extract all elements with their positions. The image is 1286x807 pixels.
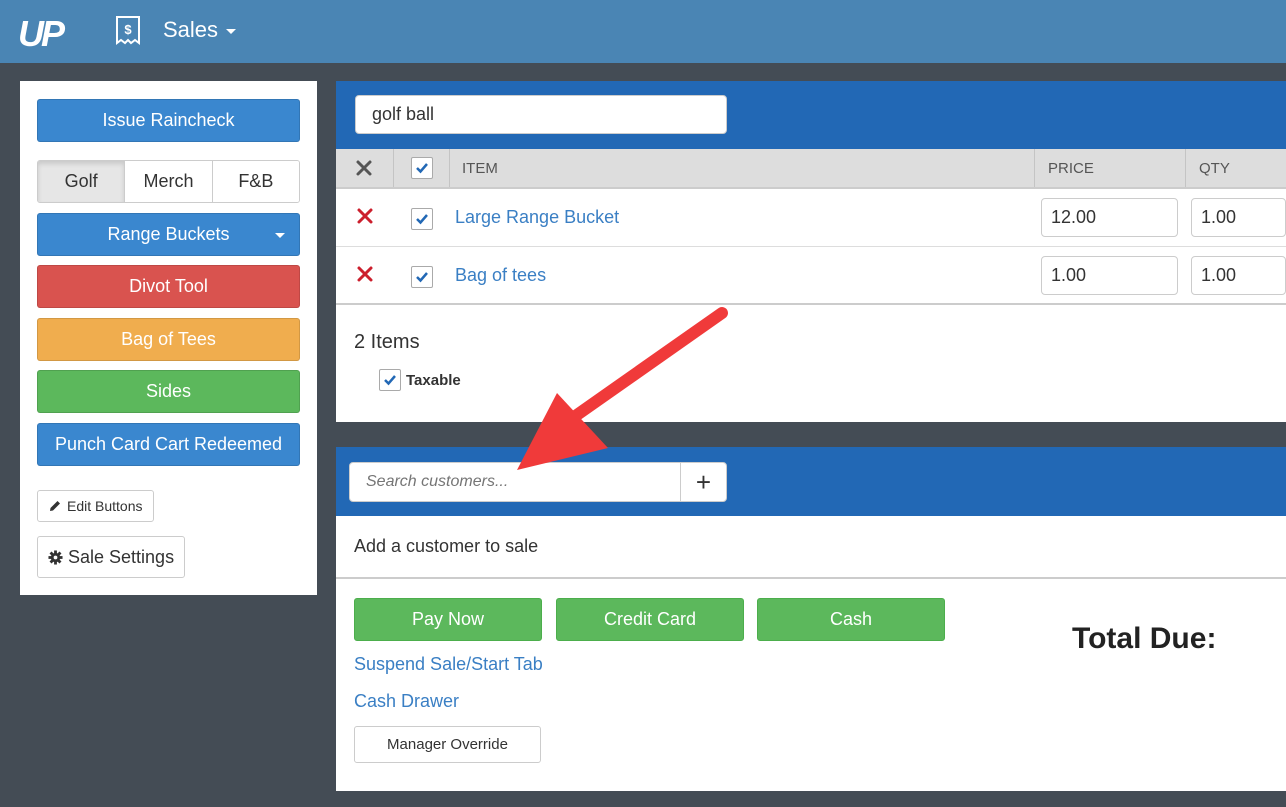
qty-input[interactable]: 1.00 [1191, 198, 1286, 237]
price-input[interactable]: 12.00 [1041, 198, 1178, 237]
item-name-link[interactable]: Large Range Bucket [455, 207, 619, 228]
tab-golf[interactable]: Golf [38, 161, 126, 202]
taxable-checkbox[interactable] [379, 369, 401, 391]
remove-item-icon[interactable] [356, 263, 374, 289]
cart-panel: ITEM PRICE QTY Large Range Bucket 12.00 … [336, 81, 1286, 422]
sales-menu-dropdown[interactable]: Sales [163, 17, 237, 43]
column-item: ITEM [449, 149, 1034, 187]
cash-drawer-link[interactable]: Cash Drawer [354, 691, 459, 712]
range-buckets-label: Range Buckets [107, 224, 230, 244]
item-name-link[interactable]: Bag of tees [455, 265, 546, 286]
sale-settings-label: Sale Settings [68, 546, 175, 567]
items-count: 2 Items [354, 331, 420, 353]
checkmark-icon [416, 272, 428, 283]
table-row: Bag of tees 1.00 1.00 [336, 247, 1286, 305]
tab-merch[interactable]: Merch [125, 161, 213, 202]
issue-raincheck-button[interactable]: Issue Raincheck [37, 99, 300, 142]
edit-buttons-button[interactable]: Edit Buttons [37, 490, 154, 522]
top-navbar: UP $ Sales [0, 0, 1286, 63]
item-search-input[interactable] [355, 95, 727, 134]
pencil-icon [50, 501, 60, 511]
price-input[interactable]: 1.00 [1041, 256, 1178, 295]
svg-text:UP: UP [18, 13, 66, 52]
tab-fnb[interactable]: F&B [212, 161, 299, 202]
credit-card-button[interactable]: Credit Card [556, 598, 744, 641]
checkmark-icon [384, 375, 396, 386]
manager-override-button[interactable]: Manager Override [354, 726, 541, 763]
item-search-bar [336, 81, 1286, 149]
customer-search-bar: + [336, 447, 1286, 516]
taxable-toggle[interactable]: Taxable [379, 369, 461, 391]
qty-input[interactable]: 1.00 [1191, 256, 1286, 295]
divot-tool-button[interactable]: Divot Tool [37, 265, 300, 308]
row-checkbox[interactable] [411, 266, 433, 288]
range-buckets-button[interactable]: Range Buckets [37, 213, 300, 256]
total-due-label: Total Due: [1072, 622, 1217, 655]
row-checkbox[interactable] [411, 208, 433, 230]
checkmark-icon [410, 157, 433, 179]
chevron-down-icon [226, 29, 237, 34]
sale-settings-button[interactable]: Sale Settings [37, 536, 186, 578]
taxable-label: Taxable [406, 371, 461, 389]
chevron-down-icon [275, 233, 285, 238]
table-row: Large Range Bucket 12.00 1.00 [336, 189, 1286, 247]
add-customer-button[interactable]: + [680, 462, 727, 502]
category-tabs: Golf Merch F&B [37, 160, 300, 203]
checkout-panel: + Add a customer to sale Pay Now Credit … [336, 447, 1286, 791]
receipt-icon: $ [116, 16, 140, 45]
cash-button[interactable]: Cash [757, 598, 945, 641]
suspend-sale-link[interactable]: Suspend Sale/Start Tab [354, 654, 543, 675]
gear-icon [48, 549, 63, 565]
column-price: PRICE [1034, 149, 1185, 187]
pay-now-button[interactable]: Pay Now [354, 598, 542, 641]
remove-all-icon[interactable] [355, 149, 375, 187]
svg-text:$: $ [124, 22, 132, 37]
punch-card-button[interactable]: Punch Card Cart Redeemed [37, 423, 300, 466]
remove-item-icon[interactable] [356, 205, 374, 231]
checkmark-icon [416, 214, 428, 225]
bag-of-tees-button[interactable]: Bag of Tees [37, 318, 300, 361]
quick-buttons-panel: Issue Raincheck Golf Merch F&B Range Buc… [20, 81, 317, 595]
app-logo[interactable]: UP [18, 12, 68, 52]
no-customer-message: Add a customer to sale [354, 536, 539, 556]
sales-menu-label: Sales [163, 17, 219, 42]
select-all-checkbox[interactable] [393, 149, 449, 187]
edit-buttons-label: Edit Buttons [67, 498, 143, 514]
column-qty: QTY [1185, 149, 1286, 187]
cart-table-header: ITEM PRICE QTY [336, 149, 1286, 189]
divider [336, 577, 1286, 579]
customer-search-input[interactable] [349, 462, 681, 502]
sides-button[interactable]: Sides [37, 370, 300, 413]
